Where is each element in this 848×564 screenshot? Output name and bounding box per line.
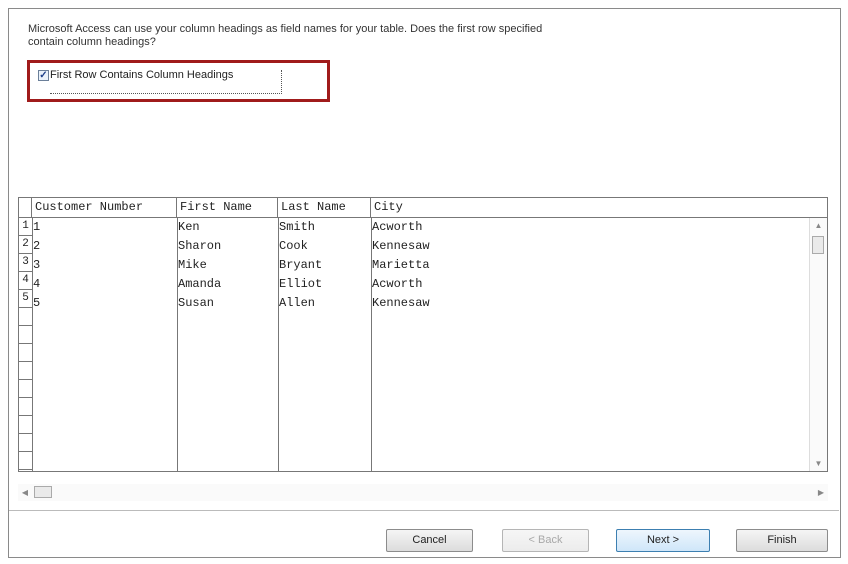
row-number: 4 (19, 272, 32, 290)
scroll-down-icon[interactable]: ▼ (810, 456, 827, 471)
column-header-city[interactable]: City (371, 198, 827, 217)
scroll-left-icon[interactable]: ◀ (18, 484, 32, 501)
row-number-empty (19, 362, 32, 380)
cell-last-name: Allen (279, 296, 316, 310)
button-area-divider (9, 510, 839, 511)
cell-city: Acworth (372, 220, 423, 234)
row-number: 3 (19, 254, 32, 272)
cell-customer-number: 1 (33, 220, 41, 234)
column-header-first-name[interactable]: First Name (177, 198, 278, 217)
row-number-empty (19, 344, 32, 362)
cell-city: Acworth (372, 277, 423, 291)
cell-customer-number: 2 (33, 239, 41, 253)
row-number-empty (19, 452, 32, 470)
vertical-scrollbar[interactable]: ▲ ▼ (809, 218, 827, 471)
row-number-empty (19, 416, 32, 434)
grid-header-row: Customer Number First Name Last Name Cit… (19, 198, 827, 218)
horizontal-scrollbar[interactable]: ◀ ▶ (18, 484, 828, 501)
cell-customer-number: 4 (33, 277, 41, 291)
row-number-empty (19, 326, 32, 344)
cell-last-name: Elliot (279, 277, 323, 291)
cell-city: Kennesaw (372, 239, 430, 253)
back-button[interactable]: < Back (502, 529, 589, 552)
scroll-up-icon[interactable]: ▲ (810, 218, 827, 233)
cell-last-name: Cook (279, 239, 308, 253)
data-preview-grid: Customer Number First Name Last Name Cit… (18, 197, 828, 472)
cell-last-name: Bryant (279, 258, 323, 272)
row-number-column: 1 2 3 4 5 (19, 218, 33, 471)
cell-city: Kennesaw (372, 296, 430, 310)
cell-customer-number: 3 (33, 258, 41, 272)
grid-body: 1 Ken Smith Acworth 2 Sharon Cook Kennes… (32, 218, 809, 471)
row-number-empty (19, 380, 32, 398)
row-number: 1 (19, 218, 32, 236)
row-number: 2 (19, 236, 32, 254)
first-row-headings-checkbox[interactable]: ✓ (38, 70, 49, 81)
table-row[interactable]: 4 Amanda Elliot Acworth (32, 275, 809, 294)
cell-first-name: Mike (178, 258, 207, 272)
table-row[interactable]: 3 Mike Bryant Marietta (32, 256, 809, 275)
first-row-headings-option[interactable]: ✓ First Row Contains Column Headings (38, 70, 283, 98)
row-number-empty (19, 398, 32, 416)
first-row-headings-label[interactable]: First Row Contains Column Headings (50, 70, 283, 94)
vertical-scroll-thumb[interactable] (812, 236, 824, 254)
cell-last-name: Smith (279, 220, 316, 234)
cell-first-name: Susan (178, 296, 215, 310)
scroll-right-icon[interactable]: ▶ (814, 484, 828, 501)
cell-city: Marietta (372, 258, 430, 272)
table-row[interactable]: 2 Sharon Cook Kennesaw (32, 237, 809, 256)
table-row[interactable]: 5 Susan Allen Kennesaw (32, 294, 809, 313)
row-number-empty (19, 434, 32, 452)
cell-first-name: Amanda (178, 277, 222, 291)
cancel-button[interactable]: Cancel (386, 529, 473, 552)
cell-first-name: Sharon (178, 239, 222, 253)
next-button[interactable]: Next > (616, 529, 710, 552)
horizontal-scroll-thumb[interactable] (34, 486, 52, 498)
row-number-empty (19, 308, 32, 326)
cell-customer-number: 5 (33, 296, 41, 310)
finish-button[interactable]: Finish (736, 529, 828, 552)
column-header-last-name[interactable]: Last Name (278, 198, 371, 217)
row-number: 5 (19, 290, 32, 308)
table-row[interactable]: 1 Ken Smith Acworth (32, 218, 809, 237)
column-header-customer-number[interactable]: Customer Number (32, 198, 177, 217)
row-selector-header (19, 198, 32, 217)
prompt-text: Microsoft Access can use your column hea… (28, 23, 543, 48)
cell-first-name: Ken (178, 220, 200, 234)
